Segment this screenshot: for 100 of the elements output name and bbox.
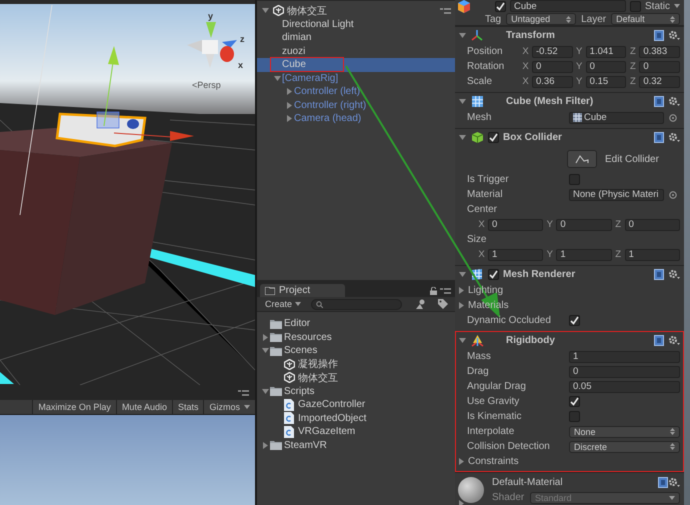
dropdown[interactable]: None — [569, 426, 680, 438]
foldout-arrow-icon[interactable] — [261, 6, 270, 16]
foldout-arrow-icon[interactable] — [261, 346, 270, 356]
project-tab[interactable]: Project — [260, 284, 345, 297]
project-item[interactable]: 物体交互 — [257, 371, 455, 384]
hierarchy-item[interactable]: zuozi — [257, 44, 455, 58]
number-field[interactable]: 1 — [556, 248, 612, 260]
foldout-arrow-icon[interactable] — [273, 74, 282, 83]
tag-dropdown[interactable]: Untagged — [506, 13, 576, 25]
dropdown[interactable]: Discrete — [569, 440, 680, 452]
projection-label[interactable]: <Persp — [192, 80, 221, 90]
number-field[interactable]: -0.52 — [532, 46, 573, 58]
help-book-icon[interactable] — [654, 335, 664, 346]
name-field[interactable]: Cube — [510, 0, 626, 12]
foldout-arrow-icon[interactable] — [285, 100, 294, 110]
edit-shape-icon — [575, 154, 589, 164]
edit-collider-button[interactable] — [567, 150, 597, 168]
checkbox[interactable] — [569, 411, 580, 422]
foldout-arrow-icon[interactable] — [285, 87, 294, 96]
settings-icon[interactable] — [668, 335, 680, 346]
number-field[interactable]: 0 — [532, 60, 573, 72]
number-field[interactable]: 0 — [569, 366, 680, 378]
settings-icon[interactable] — [668, 96, 680, 107]
menu-icon[interactable] — [238, 390, 249, 396]
axis-label: z — [240, 34, 244, 44]
foldout-arrow-icon[interactable] — [457, 301, 466, 310]
axis-label: Z — [614, 249, 622, 260]
foldout-arrow-icon[interactable] — [458, 133, 467, 142]
hierarchy-item[interactable]: dimian — [257, 31, 455, 44]
number-field[interactable]: 0 — [624, 218, 680, 230]
project-item[interactable]: GazeController — [257, 398, 455, 412]
property-label: Rotation — [467, 61, 506, 72]
project-item[interactable]: ImportedObject — [257, 412, 455, 425]
menu-icon[interactable] — [440, 8, 451, 14]
checkbox[interactable] — [488, 132, 499, 143]
menu-icon[interactable] — [440, 288, 451, 294]
checkbox[interactable] — [488, 269, 499, 280]
number-field[interactable]: 0 — [488, 218, 544, 230]
checkbox[interactable] — [569, 174, 580, 185]
help-book-icon[interactable] — [654, 269, 664, 280]
number-field[interactable]: 1.041 — [586, 46, 626, 58]
object-field[interactable]: Cube — [569, 112, 664, 124]
settings-icon[interactable] — [668, 30, 680, 41]
foldout-arrow-icon[interactable] — [261, 332, 270, 342]
checkbox[interactable] — [569, 315, 580, 326]
number-field[interactable]: 0.32 — [639, 76, 680, 88]
foldout-arrow-icon[interactable] — [261, 386, 270, 396]
number-field[interactable]: 0 — [556, 218, 612, 230]
object-picker-icon[interactable] — [669, 190, 677, 198]
orientation-gizmo[interactable] — [187, 22, 237, 68]
cube-object[interactable] — [0, 128, 172, 315]
move-gizmo[interactable] — [96, 46, 194, 141]
project-item[interactable]: Scripts — [257, 384, 455, 398]
folder-icon — [270, 332, 282, 342]
number-field[interactable]: 0 — [586, 60, 626, 72]
hierarchy-item[interactable]: Cube — [257, 58, 455, 72]
search-field[interactable] — [311, 298, 402, 310]
project-item[interactable]: 凝视操作 — [257, 358, 455, 371]
foldout-arrow-icon[interactable] — [457, 457, 466, 466]
scrollbar[interactable] — [684, 0, 690, 505]
help-book-icon[interactable] — [654, 132, 664, 143]
number-field[interactable]: 1 — [488, 248, 544, 260]
axis-label: y — [208, 11, 214, 21]
settings-icon[interactable] — [668, 132, 680, 143]
foldout-arrow-icon[interactable] — [261, 440, 270, 450]
number-field[interactable]: 0.383 — [639, 46, 680, 58]
lock-icon[interactable] — [430, 286, 437, 294]
help-book-icon[interactable] — [654, 96, 664, 107]
help-book-icon[interactable] — [654, 30, 664, 41]
checkbox[interactable] — [569, 396, 580, 407]
rigidbody-icon — [471, 334, 484, 347]
foldout-arrow-icon[interactable] — [458, 336, 467, 345]
number-field[interactable]: 0 — [639, 60, 680, 72]
settings-icon[interactable] — [668, 269, 680, 280]
foldout-arrow-icon[interactable] — [458, 270, 467, 279]
foldout-arrow-icon[interactable] — [458, 31, 467, 40]
number-field[interactable]: 0.05 — [569, 380, 680, 392]
number-field[interactable]: 1 — [569, 350, 680, 362]
scene-header[interactable]: 物体交互 — [257, 4, 455, 18]
number-field[interactable]: 1 — [624, 248, 680, 260]
foldout-arrow-icon[interactable] — [458, 97, 467, 106]
help-book-icon[interactable] — [658, 476, 668, 488]
foldout-arrow-icon[interactable] — [285, 114, 294, 124]
project-item[interactable]: Resources — [257, 330, 455, 344]
object-picker-icon[interactable] — [669, 114, 677, 122]
number-field[interactable]: 0.15 — [586, 76, 626, 88]
checkbox[interactable] — [495, 0, 506, 12]
project-item[interactable]: Scenes — [257, 344, 455, 358]
project-item[interactable]: SteamVR — [257, 438, 455, 452]
hierarchy-item[interactable]: Directional Light — [257, 18, 455, 31]
unity-scene-icon — [273, 5, 284, 16]
project-item[interactable]: VRGazeItem — [257, 425, 455, 438]
layer-dropdown[interactable]: Default — [611, 13, 680, 25]
project-item[interactable]: Editor — [257, 317, 455, 330]
create-dropdown[interactable]: Create — [261, 299, 306, 309]
object-field[interactable]: None (Physic Materi — [569, 188, 664, 200]
foldout-arrow-icon[interactable] — [457, 286, 466, 295]
checkbox[interactable] — [630, 0, 641, 12]
settings-icon[interactable] — [668, 476, 680, 488]
number-field[interactable]: 0.36 — [532, 76, 573, 88]
